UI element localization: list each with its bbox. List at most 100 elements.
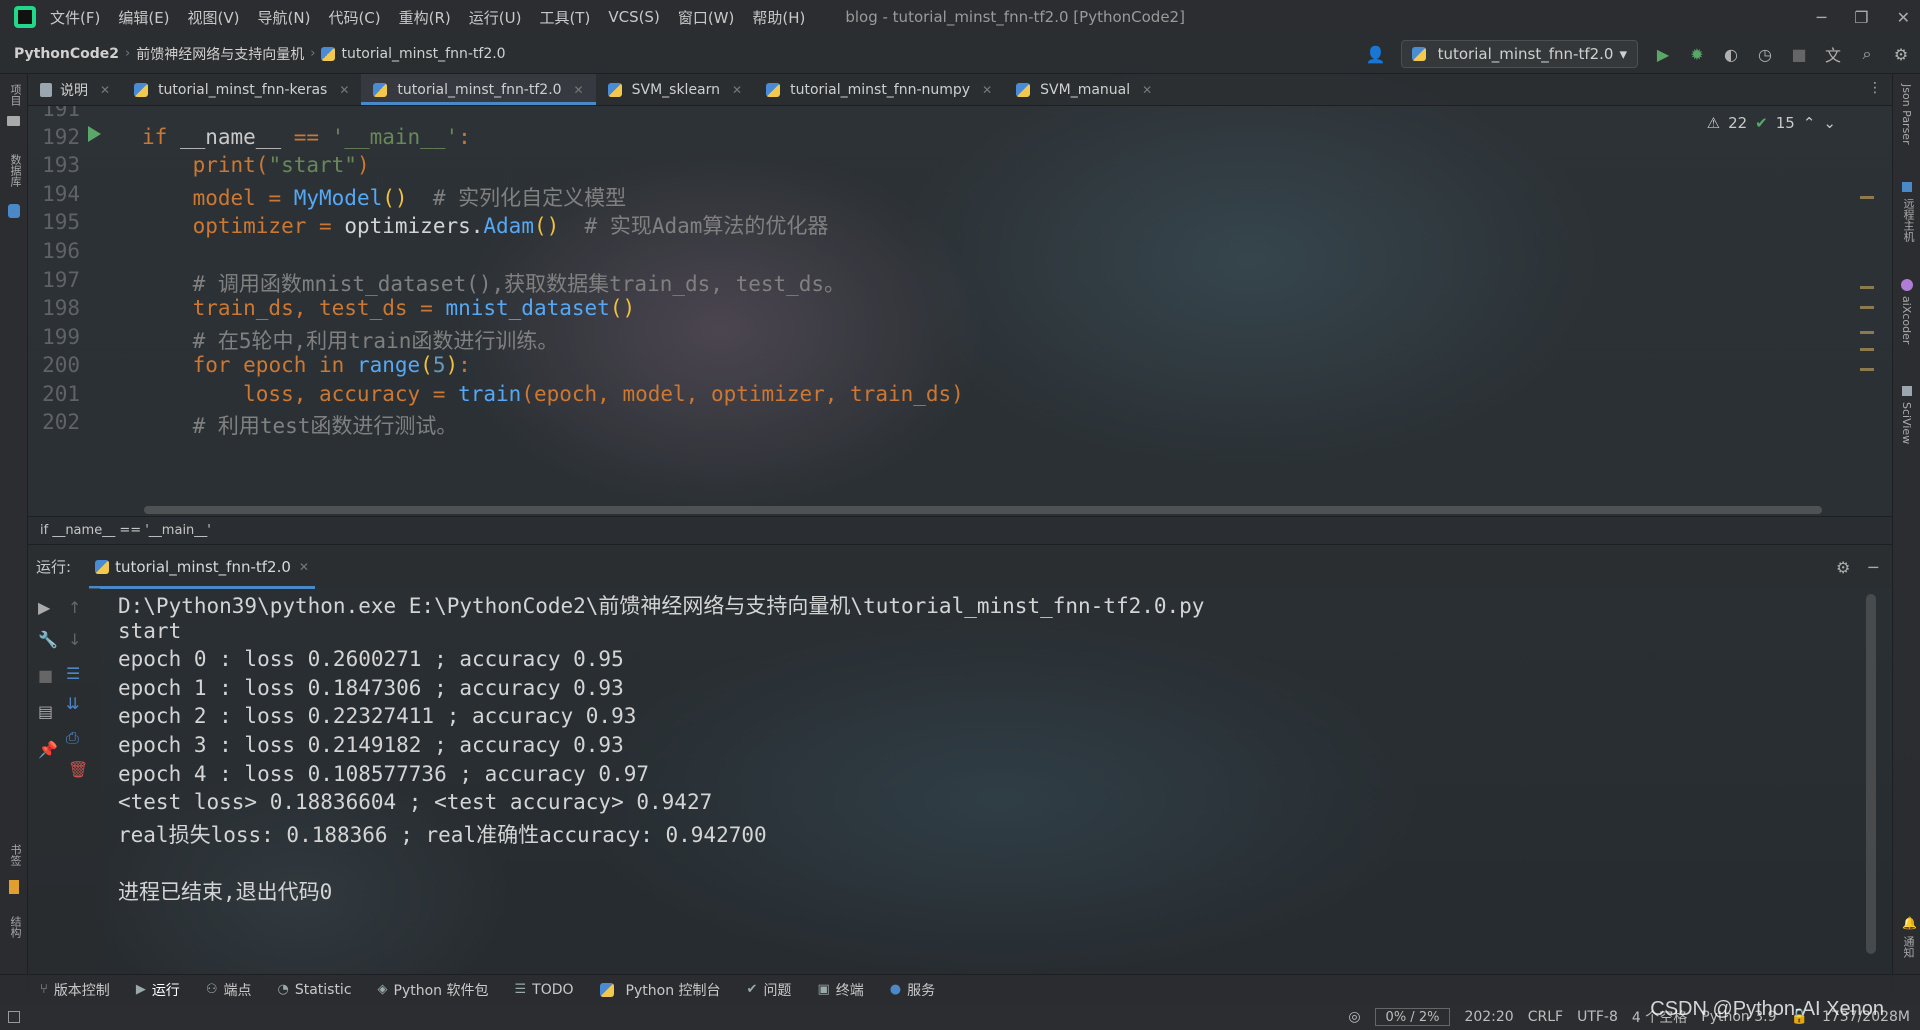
close-icon[interactable]: ✕ [1142, 83, 1152, 97]
close-icon[interactable]: ✕ [1897, 8, 1910, 27]
breadcrumb-project[interactable]: PythonCode2 [14, 46, 119, 62]
menu-refactor[interactable]: 重构(R) [399, 7, 451, 28]
user-icon[interactable]: 👤 [1366, 45, 1386, 64]
menu-code[interactable]: 代码(C) [328, 7, 380, 28]
console-line: epoch 4 : loss 0.108577736 ; accuracy 0.… [118, 762, 650, 786]
console-line: epoch 0 : loss 0.2600271 ; accuracy 0.95 [118, 647, 624, 671]
close-icon[interactable]: ✕ [100, 83, 110, 97]
run-gutter-icon[interactable] [88, 126, 101, 142]
tool-python-console[interactable]: Python 控制台 [599, 980, 721, 1000]
pin-icon[interactable]: 📌 [38, 740, 58, 759]
menu-tools[interactable]: 工具(T) [539, 7, 590, 28]
tab-svm-manual[interactable]: SVM_manual ✕ [1004, 74, 1164, 105]
close-icon[interactable]: ✕ [732, 83, 742, 97]
print-icon[interactable]: ⎙ [66, 728, 79, 748]
caret-position[interactable]: 202:20 [1464, 1009, 1513, 1025]
aixcoder-tool-label[interactable]: aiXcoder [1900, 296, 1913, 344]
remote-host-tool-label[interactable]: 远程主机 [1900, 198, 1916, 242]
menu-view[interactable]: 视图(V) [188, 7, 240, 28]
menu-edit[interactable]: 编辑(E) [118, 7, 169, 28]
more-vertical-icon[interactable]: ⋮ [1868, 80, 1882, 96]
scroll-marker [1860, 286, 1874, 289]
tool-problems[interactable]: ✔ 问题 [747, 980, 792, 1000]
search-icon[interactable]: ⌕ [1858, 44, 1876, 63]
layout-toggle-icon[interactable] [8, 1011, 20, 1023]
profile-icon[interactable]: ◷ [1756, 45, 1774, 64]
close-icon[interactable]: ✕ [299, 560, 309, 574]
arrow-up-icon[interactable]: ↑ [68, 598, 81, 617]
console-scrollbar[interactable] [1866, 594, 1876, 954]
arrow-down-icon[interactable]: ↓ [68, 630, 81, 649]
coverage-icon[interactable]: ◐ [1722, 45, 1740, 64]
punctuation: ( [420, 353, 433, 377]
progress-indicator[interactable]: 0% / 2% [1374, 1008, 1451, 1026]
run-icon[interactable]: ▶ [1654, 45, 1672, 64]
code-line-202: # 利用test函数进行测试。 [142, 414, 458, 438]
tool-statistic[interactable]: ◔ Statistic [277, 982, 351, 998]
menu-run[interactable]: 运行(U) [469, 7, 522, 28]
menu-navigate[interactable]: 导航(N) [258, 7, 311, 28]
tool-endpoints[interactable]: ⚇ 端点 [206, 980, 252, 1000]
database-tool-label[interactable]: 数据库 [7, 154, 23, 187]
minimize-icon[interactable]: ─ [1817, 8, 1827, 27]
soft-wrap-icon[interactable]: ☰ [66, 664, 80, 683]
tab-fnn-numpy[interactable]: tutorial_minst_fnn-numpy ✕ [754, 74, 1004, 105]
breadcrumb-file[interactable]: tutorial_minst_fnn-tf2.0 [341, 46, 505, 62]
wrench-icon[interactable]: 🔧 [38, 630, 58, 649]
close-icon[interactable]: ✕ [339, 83, 349, 97]
rerun-icon[interactable]: ▶ [38, 598, 50, 617]
file-encoding[interactable]: UTF-8 [1577, 1009, 1618, 1025]
tool-todo[interactable]: ☰ TODO [515, 982, 574, 998]
horizontal-scrollbar[interactable] [144, 506, 1822, 514]
close-icon[interactable]: ✕ [574, 83, 584, 97]
breadcrumb-folder[interactable]: 前馈神经网络与支持向量机 [136, 44, 304, 64]
menu-window[interactable]: 窗口(W) [678, 7, 735, 28]
tab-fnn-keras[interactable]: tutorial_minst_fnn-keras ✕ [122, 74, 361, 105]
debug-icon[interactable]: ✹ [1688, 45, 1706, 64]
stop-icon[interactable]: ■ [1790, 45, 1808, 64]
menu-help[interactable]: 帮助(H) [752, 7, 805, 28]
menu-vcs[interactable]: VCS(S) [608, 8, 659, 26]
project-tool-label[interactable]: 项目 [7, 84, 23, 106]
settings-gear-icon[interactable]: ⚙ [1892, 45, 1910, 64]
tool-services[interactable]: ● 服务 [890, 980, 935, 1000]
tab-fnn-tf2[interactable]: tutorial_minst_fnn-tf2.0 ✕ [361, 74, 596, 105]
menu-file[interactable]: 文件(F) [50, 7, 100, 28]
tool-python-packages[interactable]: ◈ Python 软件包 [378, 980, 489, 1000]
chevron-up-icon[interactable]: ⌃ [1803, 114, 1816, 132]
line-separator[interactable]: CRLF [1528, 1009, 1563, 1025]
stop-icon[interactable]: ■ [38, 666, 53, 685]
notifications-tool-label[interactable]: 通知 [1900, 936, 1916, 958]
tab-readme[interactable]: 说明 ✕ [28, 74, 122, 105]
run-config-selector[interactable]: tutorial_minst_fnn-tf2.0 ▾ [1400, 40, 1638, 68]
inspection-widget[interactable]: ⚠ 22 ✔ 15 ⌃ ⌄ [1707, 114, 1836, 132]
tool-run[interactable]: ▶ 运行 [136, 980, 180, 1000]
tool-vcs[interactable]: ⑂ 版本控制 [40, 980, 110, 1000]
structure-tool-label[interactable]: 结构 [7, 916, 23, 938]
close-icon[interactable]: ✕ [982, 83, 992, 97]
restore-icon[interactable]: ❐ [1854, 8, 1868, 27]
chevron-down-icon[interactable]: ⌄ [1823, 114, 1836, 132]
check-icon: ✔ [1755, 114, 1768, 132]
sciview-icon [1902, 386, 1912, 396]
tool-terminal[interactable]: ▣ 终端 [817, 980, 863, 1000]
run-console[interactable]: D:\Python39\python.exe E:\PythonCode2\前馈… [100, 588, 1880, 974]
hide-panel-icon[interactable]: ─ [1868, 558, 1878, 577]
sciview-tool-label[interactable]: SciView [1900, 402, 1913, 444]
scroll-to-end-icon[interactable]: ⇊ [66, 694, 79, 713]
bookmarks-tool-label[interactable]: 书签 [7, 844, 23, 866]
console-line: 进程已结束,退出代码0 [118, 880, 333, 904]
code-editor[interactable]: 191 192 193 194 195 196 197 198 199 200 … [28, 106, 1892, 516]
check-circle-icon[interactable]: ◎ [1348, 1009, 1360, 1025]
settings-gear-icon[interactable]: ⚙ [1836, 558, 1850, 577]
status-bar: ◎ 0% / 2% 202:20 CRLF UTF-8 4 个空格 Python… [0, 1004, 1920, 1030]
code-breadcrumb[interactable]: if __name__ == '__main__' [28, 516, 1892, 544]
tab-svm-sklearn[interactable]: SVM_sklearn ✕ [596, 74, 754, 105]
trash-icon[interactable]: 🗑 [68, 760, 88, 779]
json-parser-tool-label[interactable]: Json Parser [1900, 84, 1913, 145]
layout-icon[interactable]: ▤ [38, 702, 53, 721]
translate-icon[interactable]: 文 [1824, 45, 1842, 65]
run-tab[interactable]: tutorial_minst_fnn-tf2.0 ✕ [89, 545, 315, 589]
run-tab-label: tutorial_minst_fnn-tf2.0 [115, 557, 291, 576]
navigation-bar: PythonCode2 › 前馈神经网络与支持向量机 › tutorial_mi… [0, 34, 1920, 74]
